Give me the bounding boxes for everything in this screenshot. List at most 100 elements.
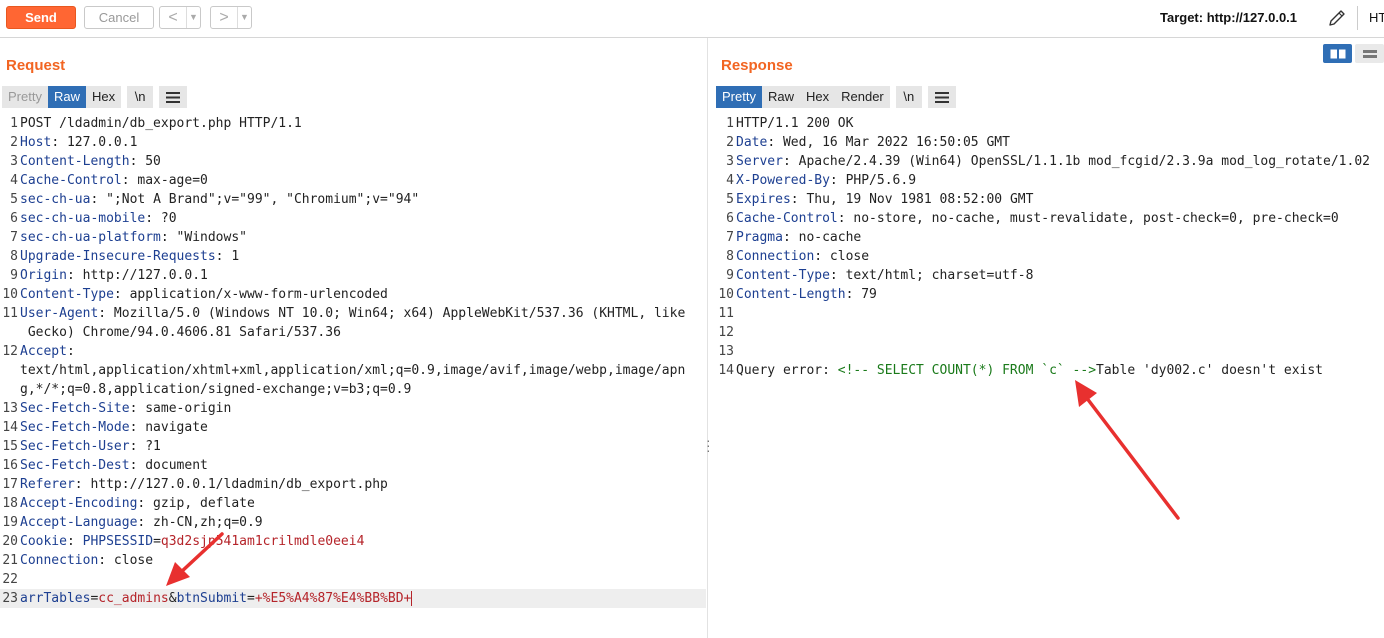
request-line[interactable]: 22 xyxy=(0,570,706,589)
response-tab-render[interactable]: Render xyxy=(835,86,890,108)
request-line[interactable]: text/html,application/xhtml+xml,applicat… xyxy=(0,361,706,380)
request-line[interactable]: Gecko) Chrome/94.0.4606.81 Safari/537.36 xyxy=(0,323,706,342)
request-tab-raw[interactable]: Raw xyxy=(47,86,86,108)
back-nav-group[interactable]: < ▼ xyxy=(159,6,201,29)
request-line[interactable]: 11 User-Agent: Mozilla/5.0 (Windows NT 10… xyxy=(0,304,706,323)
response-line[interactable]: 10 Content-Length: 79 xyxy=(716,285,1384,304)
response-line[interactable]: 4 X-Powered-By: PHP/5.6.9 xyxy=(716,171,1384,190)
split-layout-button[interactable] xyxy=(1323,44,1352,63)
request-line[interactable]: 16 Sec-Fetch-Dest: document xyxy=(0,456,706,475)
response-line[interactable]: 14 Query error: <!-- SELECT COUNT(*) FROM… xyxy=(716,361,1384,380)
line-text: Cache-Control: max-age=0 xyxy=(20,171,208,190)
request-line[interactable]: 23 arrTables=cc_admins&btnSubmit=+%E5%A4%… xyxy=(0,589,706,608)
token: Accept-Encoding xyxy=(20,496,138,511)
request-line[interactable]: 18 Accept-Encoding: gzip, deflate xyxy=(0,494,706,513)
request-newline-toggle[interactable]: \n xyxy=(127,86,154,108)
truncated-toolbar-label[interactable]: HT xyxy=(1369,10,1384,25)
line-number: 1 xyxy=(726,116,734,131)
request-line[interactable]: 9 Origin: http://127.0.0.1 xyxy=(0,266,706,285)
rows-layout-button[interactable] xyxy=(1355,44,1384,63)
line-text: sec-ch-ua-mobile: ?0 xyxy=(20,209,177,228)
token: Referer xyxy=(20,477,75,492)
response-line[interactable]: 6 Cache-Control: no-store, no-cache, must… xyxy=(716,209,1384,228)
request-line[interactable]: 7 sec-ch-ua-platform: "Windows" xyxy=(0,228,706,247)
request-line[interactable]: 1 POST /ldadmin/db_export.php HTTP/1.1 xyxy=(0,114,706,133)
line-text: sec-ch-ua-platform: "Windows" xyxy=(20,228,247,247)
split-layout-icon xyxy=(1330,49,1345,58)
request-line[interactable]: 12 Accept: xyxy=(0,342,706,361)
request-line[interactable]: 13 Sec-Fetch-Site: same-origin xyxy=(0,399,706,418)
response-line[interactable]: 1 HTTP/1.1 200 OK xyxy=(716,114,1384,133)
forward-arrow-icon[interactable]: > xyxy=(211,7,237,28)
request-line[interactable]: 21 Connection: close xyxy=(0,551,706,570)
response-line[interactable]: 7 Pragma: no-cache xyxy=(716,228,1384,247)
token: : application/x-www-form-urlencoded xyxy=(113,287,388,302)
token: Accept-Language xyxy=(20,515,138,530)
response-line[interactable]: 13 xyxy=(716,342,1384,361)
line-number: 3 xyxy=(10,154,18,169)
response-newline-toggle[interactable]: \n xyxy=(895,86,922,108)
request-line[interactable]: 17 Referer: http://127.0.0.1/ldadmin/db_e… xyxy=(0,475,706,494)
token: +%E5%A4%87%E4%BB%BD+ xyxy=(254,591,412,606)
token: Sec-Fetch-Site xyxy=(20,401,130,416)
response-tab-hex[interactable]: Hex xyxy=(799,86,836,108)
send-button[interactable]: Send xyxy=(6,6,76,29)
token: X-Powered-By xyxy=(736,173,830,188)
token: Table 'dy002.c' doesn't exist xyxy=(1096,363,1324,378)
request-line[interactable]: 4 Cache-Control: max-age=0 xyxy=(0,171,706,190)
vertical-dots-icon[interactable]: · · · xyxy=(706,433,712,457)
back-arrow-icon[interactable]: < xyxy=(160,7,186,28)
response-line[interactable]: 8 Connection: close xyxy=(716,247,1384,266)
request-line[interactable]: 14 Sec-Fetch-Mode: navigate xyxy=(0,418,706,437)
token: <!-- SELECT COUNT(*) FROM `c` --> xyxy=(837,363,1097,378)
request-line[interactable]: 6 sec-ch-ua-mobile: ?0 xyxy=(0,209,706,228)
response-tab-raw[interactable]: Raw xyxy=(761,86,800,108)
pencil-icon[interactable] xyxy=(1327,8,1347,28)
line-number: 11 xyxy=(718,306,734,321)
line-number: 18 xyxy=(2,496,18,511)
line-number: 14 xyxy=(2,420,18,435)
response-line[interactable]: 3 Server: Apache/2.4.39 (Win64) OpenSSL/1… xyxy=(716,152,1384,171)
token: HTTP/1.1 200 OK xyxy=(736,116,854,131)
request-line[interactable]: 2 Host: 127.0.0.1 xyxy=(0,133,706,152)
response-editor[interactable]: 1 HTTP/1.1 200 OK 2 Date: Wed, 16 Mar 2022 … xyxy=(716,114,1384,380)
response-title: Response xyxy=(721,57,793,74)
back-dropdown-icon[interactable]: ▼ xyxy=(186,7,200,28)
line-number: 12 xyxy=(2,344,18,359)
request-tab-pretty[interactable]: Pretty xyxy=(2,86,48,108)
text-caret xyxy=(411,591,413,606)
pane-divider[interactable] xyxy=(707,38,708,638)
request-line[interactable]: 5 sec-ch-ua: ";Not A Brand";v="99", "Chro… xyxy=(0,190,706,209)
forward-dropdown-icon[interactable]: ▼ xyxy=(237,7,251,28)
line-text: Query error: <!-- SELECT COUNT(*) FROM `… xyxy=(736,361,1323,380)
line-number: 7 xyxy=(726,230,734,245)
response-line[interactable]: 12 xyxy=(716,323,1384,342)
token: Host xyxy=(20,135,52,150)
token: : ?0 xyxy=(145,211,177,226)
cancel-button[interactable]: Cancel xyxy=(84,6,154,29)
request-line[interactable]: 10 Content-Type: application/x-www-form-u… xyxy=(0,285,706,304)
token: : Thu, 19 Nov 1981 08:52:00 GMT xyxy=(790,192,1034,207)
token: arrTables xyxy=(20,591,91,606)
token: sec-ch-ua xyxy=(20,192,91,207)
request-line[interactable]: g,*/*;q=0.8,application/signed-exchange;… xyxy=(0,380,706,399)
request-tab-hex[interactable]: Hex xyxy=(85,86,122,108)
response-tab-pretty[interactable]: Pretty xyxy=(716,86,762,108)
request-line[interactable]: 20 Cookie: PHPSESSID=q3d2sjp541am1crilmdl… xyxy=(0,532,706,551)
response-line[interactable]: 2 Date: Wed, 16 Mar 2022 16:50:05 GMT xyxy=(716,133,1384,152)
request-line[interactable]: 3 Content-Length: 50 xyxy=(0,152,706,171)
response-line[interactable]: 9 Content-Type: text/html; charset=utf-8 xyxy=(716,266,1384,285)
line-number: 4 xyxy=(10,173,18,188)
request-title: Request xyxy=(6,57,66,74)
token: : same-origin xyxy=(129,401,232,416)
request-menu-button[interactable] xyxy=(159,86,188,108)
response-line[interactable]: 5 Expires: Thu, 19 Nov 1981 08:52:00 GMT xyxy=(716,190,1384,209)
token: q3d2sjp541am1crilmdle0eei4 xyxy=(160,534,365,549)
response-line[interactable]: 11 xyxy=(716,304,1384,323)
request-editor[interactable]: 1 POST /ldadmin/db_export.php HTTP/1.1 2 Ho… xyxy=(0,114,706,608)
forward-nav-group[interactable]: > ▼ xyxy=(210,6,252,29)
request-line[interactable]: 15 Sec-Fetch-User: ?1 xyxy=(0,437,706,456)
response-menu-button[interactable] xyxy=(927,86,956,108)
request-line[interactable]: 8 Upgrade-Insecure-Requests: 1 xyxy=(0,247,706,266)
request-line[interactable]: 19 Accept-Language: zh-CN,zh;q=0.9 xyxy=(0,513,706,532)
